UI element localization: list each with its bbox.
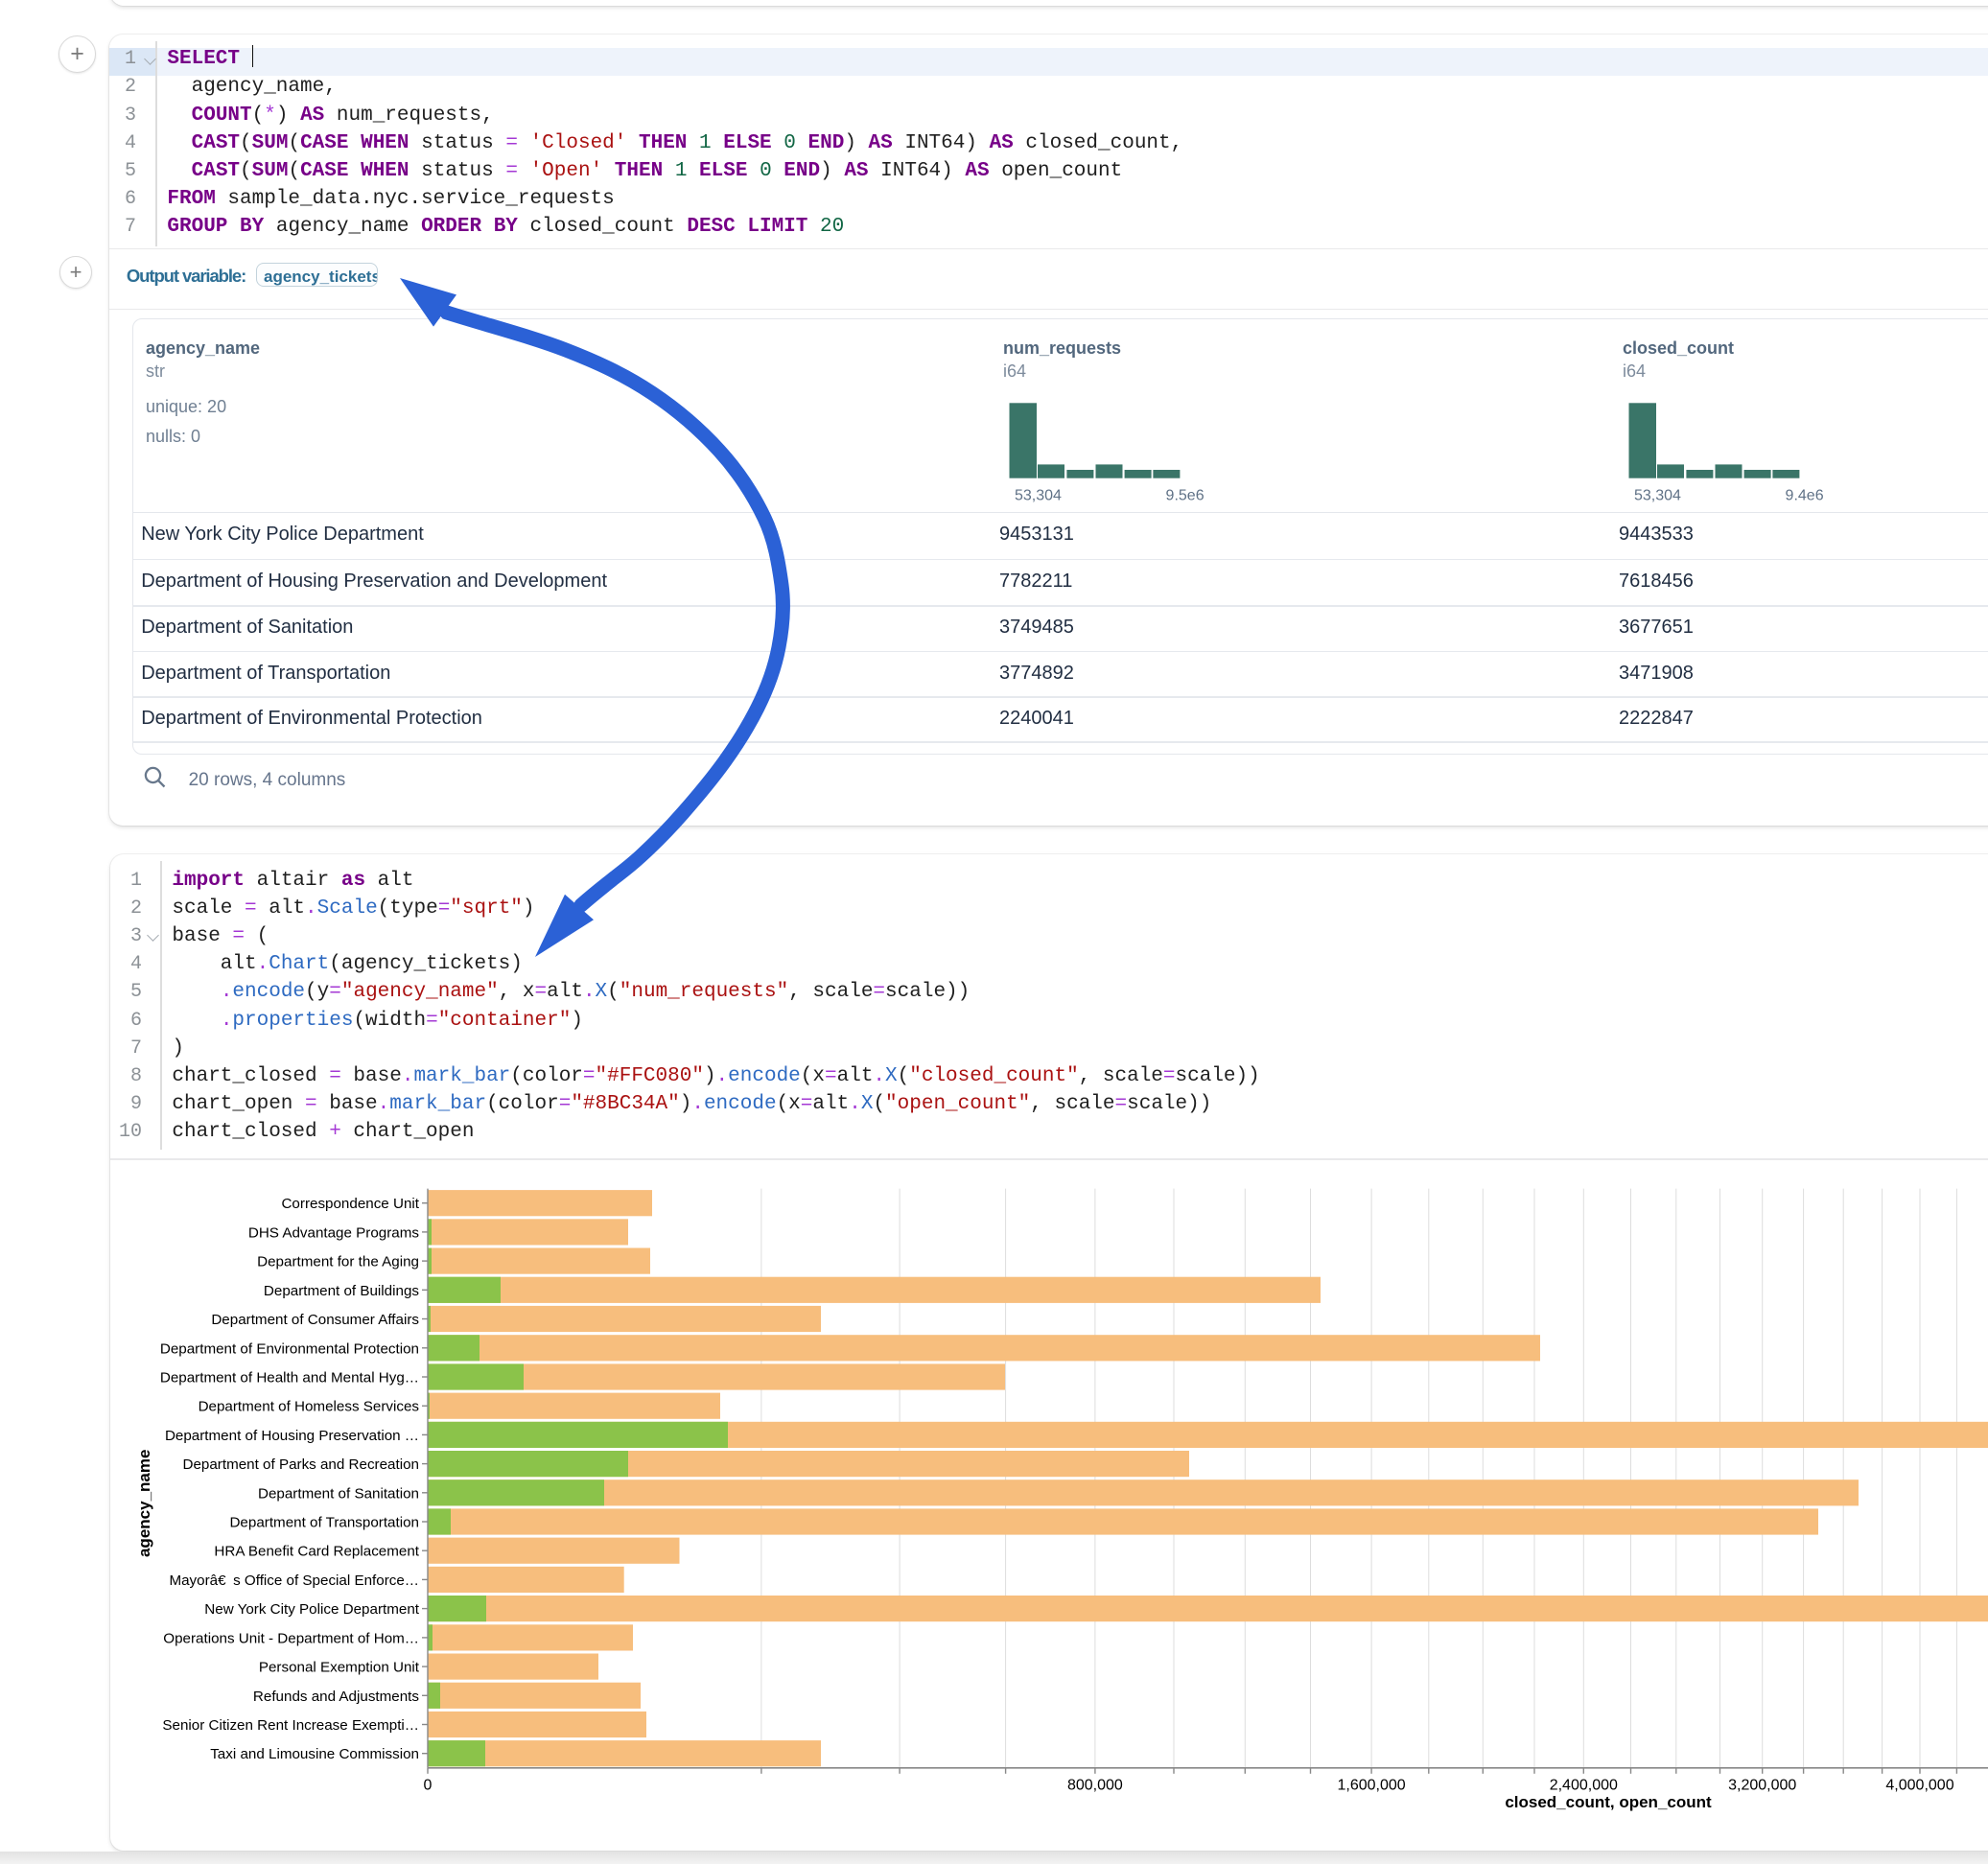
- svg-text:Department of Sanitation: Department of Sanitation: [258, 1485, 419, 1502]
- svg-text:Correspondence Unit: Correspondence Unit: [281, 1196, 419, 1212]
- svg-text:Mayorâ€ s Office of Special En: Mayorâ€ s Office of Special Enforce…: [169, 1573, 419, 1589]
- svg-text:Department of Consumer Affairs: Department of Consumer Affairs: [211, 1312, 419, 1328]
- svg-text:Department of Parks and Recrea: Department of Parks and Recreation: [182, 1456, 419, 1473]
- svg-text:Department of Environmental Pr: Department of Environmental Protection: [160, 1340, 419, 1357]
- svg-text:closed_count, open_count: closed_count, open_count: [1505, 1793, 1712, 1811]
- svg-text:Department for the Aging: Department for the Aging: [257, 1254, 419, 1270]
- svg-text:Taxi and Limousine Commission: Taxi and Limousine Commission: [210, 1746, 419, 1762]
- svg-text:2,400,000: 2,400,000: [1550, 1777, 1618, 1793]
- svg-text:Personal Exemption Unit: Personal Exemption Unit: [259, 1660, 420, 1676]
- svg-text:Refunds and Adjustments: Refunds and Adjustments: [253, 1689, 419, 1705]
- svg-text:3,200,000: 3,200,000: [1728, 1777, 1796, 1793]
- svg-text:1,600,000: 1,600,000: [1338, 1777, 1406, 1793]
- svg-text:0: 0: [424, 1777, 433, 1793]
- svg-text:Department of Health and Menta: Department of Health and Mental Hyg…: [160, 1370, 419, 1386]
- svg-text:New York City Police Departmen: New York City Police Department: [204, 1601, 419, 1618]
- svg-text:Department of Buildings: Department of Buildings: [264, 1283, 419, 1299]
- svg-text:Operations Unit - Department o: Operations Unit - Department of Hom…: [163, 1631, 419, 1647]
- svg-text:HRA Benefit Card Replacement: HRA Benefit Card Replacement: [214, 1544, 419, 1560]
- svg-text:Department of Transportation: Department of Transportation: [229, 1515, 419, 1531]
- svg-text:800,000: 800,000: [1067, 1777, 1123, 1793]
- svg-text:4,000,000: 4,000,000: [1885, 1777, 1953, 1793]
- svg-text:Senior Citizen Rent Increase E: Senior Citizen Rent Increase Exempti…: [162, 1717, 419, 1734]
- svg-text:agency_name: agency_name: [135, 1450, 153, 1557]
- svg-text:Department of Housing Preserva: Department of Housing Preservation …: [165, 1428, 419, 1444]
- svg-text:DHS Advantage Programs: DHS Advantage Programs: [248, 1225, 420, 1242]
- svg-text:Department of Homeless Service: Department of Homeless Services: [199, 1399, 420, 1415]
